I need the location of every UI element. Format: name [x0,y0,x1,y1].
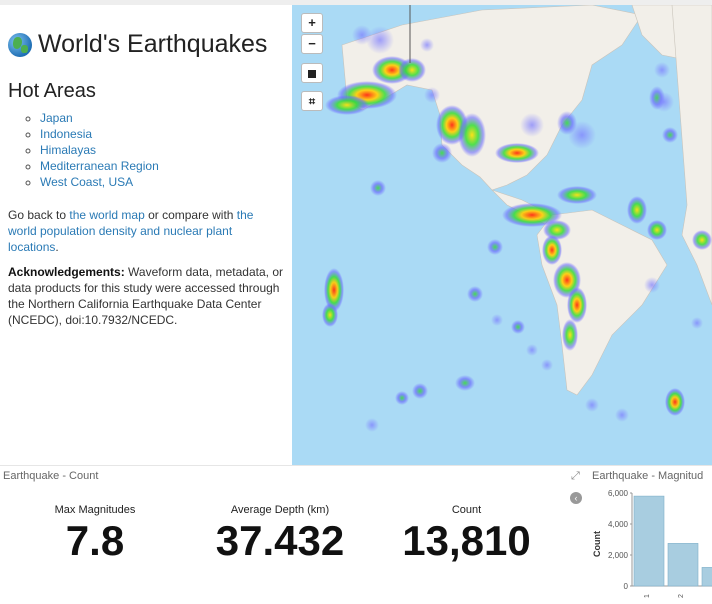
hot-areas-heading: Hot Areas [8,80,96,102]
panel-divider [0,465,712,466]
hot-areas-list: Japan Indonesia Himalayas Mediterranean … [22,110,159,190]
hot-area-link-mediterranean[interactable]: Mediterranean Region [40,159,159,173]
x-tick-label: 1 [644,594,651,598]
hot-area-link-indonesia[interactable]: Indonesia [40,127,92,141]
expand-icon[interactable]: ⤢ [571,470,580,483]
max-magnitude-stat: Max Magnitudes 7.8 [40,504,150,565]
count-stat: Count 13,810 [394,504,539,565]
average-depth-stat: Average Depth (km) 37.432 [205,504,355,565]
hot-area-link-japan[interactable]: Japan [40,111,73,125]
sidebar: World's Earthquakes Hot Areas Japan Indo… [0,0,292,466]
y-tick-label: 4,000 [608,520,629,529]
world-map-link[interactable]: the world map [69,208,144,222]
list-item: Japan [40,110,159,126]
stat-label: Average Depth (km) [230,504,330,516]
crop-icon: ⌗ [308,96,316,108]
earthquake-heatmap-map[interactable]: + − ⌗ [292,5,712,465]
x-tick-label: 2 [678,594,685,598]
y-tick-label: 2,000 [608,551,629,560]
para-text: or compare with [144,208,237,222]
bar-1[interactable] [633,495,665,587]
map-layer [322,5,712,432]
list-item: West Coast, USA [40,174,159,190]
bar-3[interactable] [701,567,712,587]
stop-square-icon [308,69,316,78]
crop-button[interactable]: ⌗ [301,91,323,111]
list-item: Himalayas [40,142,159,158]
acknowledgements-label: Acknowledgements: [8,265,125,279]
chevron-left-icon[interactable]: ‹ [570,492,582,504]
magnitude-bar-chart: Count 02,0004,0006,000123 [592,489,712,598]
stat-value: 37.432 [215,517,345,564]
magnitude-chart-title: Earthquake - Magnitud [592,470,704,482]
stop-square-button[interactable] [301,63,323,83]
stat-value: 7.8 [65,517,125,564]
navigation-paragraph: Go back to the world map or compare with… [8,207,284,255]
acknowledgements-paragraph: Acknowledgements: Waveform data, metadat… [8,264,284,328]
hot-area-link-himalayas[interactable]: Himalayas [40,143,96,157]
list-item: Indonesia [40,126,159,142]
hot-area-link-west-coast[interactable]: West Coast, USA [40,175,133,189]
count-panel-title: Earthquake - Count [3,470,99,482]
europe-africa-land [671,5,712,306]
y-tick-label: 0 [624,582,629,591]
stat-value: 13,810 [402,517,531,564]
zoom-in-button[interactable]: + [301,13,323,33]
globe-icon [8,32,32,57]
para-text: Go back to [8,208,70,222]
stat-label: Count [451,504,482,516]
bar-2[interactable] [667,543,699,587]
stat-label: Max Magnitudes [54,504,136,516]
page-title-text: World's Earthquakes [38,30,268,58]
list-item: Mediterranean Region [40,158,159,174]
page-title: World's Earthquakes [8,30,267,59]
zoom-out-button[interactable]: − [301,34,323,54]
para-text: . [55,240,59,254]
y-tick-label: 6,000 [608,489,629,498]
y-axis-label: Count [592,531,602,557]
